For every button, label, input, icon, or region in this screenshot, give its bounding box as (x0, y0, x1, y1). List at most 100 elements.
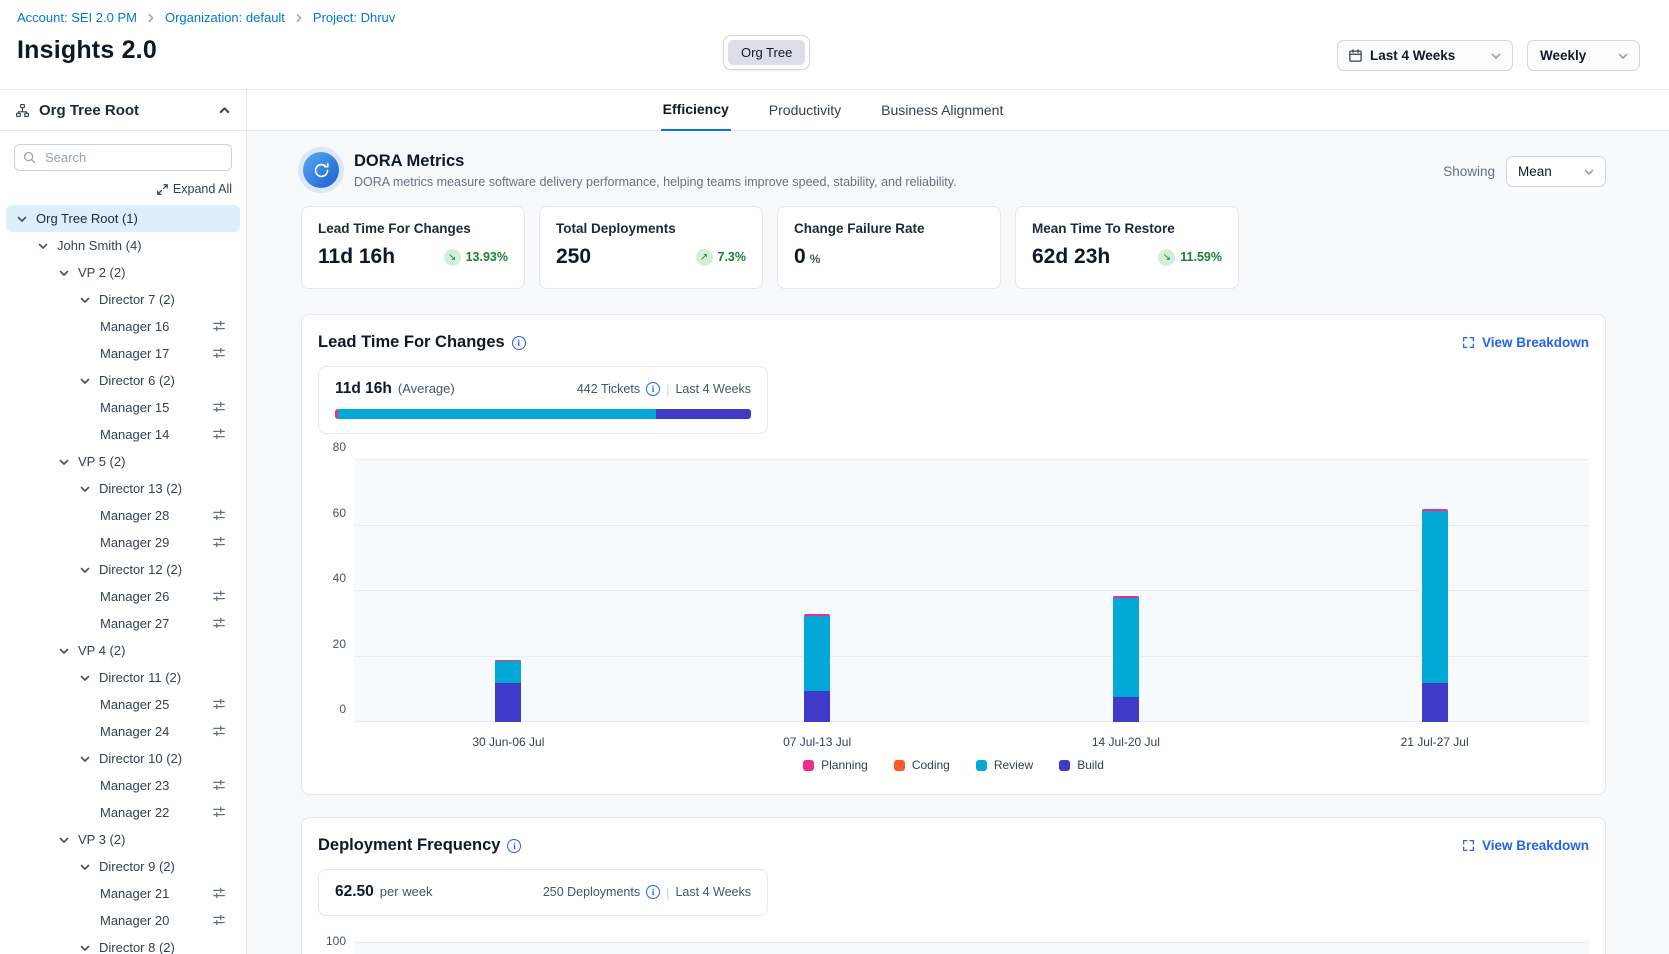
view-breakdown-label: View Breakdown (1482, 838, 1589, 853)
tree-item-manager-21[interactable]: Manager 21 (6, 880, 240, 907)
tree-item-manager-22[interactable]: Manager 22 (6, 799, 240, 826)
tree-item-manager-17[interactable]: Manager 17 (6, 340, 240, 367)
tree-item-manager-16[interactable]: Manager 16 (6, 313, 240, 340)
sliders-icon[interactable] (212, 535, 226, 549)
meta-divider: | (666, 382, 669, 397)
org-tree-toggle-button[interactable]: Org Tree (728, 40, 805, 65)
metric-value-row: 0% (794, 245, 984, 269)
tree-item-manager-26[interactable]: Manager 26 (6, 583, 240, 610)
sliders-icon[interactable] (212, 346, 226, 360)
tree-item-director-9-2[interactable]: Director 9 (2) (6, 853, 240, 880)
tree-item-director-6-2[interactable]: Director 6 (2) (6, 367, 240, 394)
tree-item-director-13-2[interactable]: Director 13 (2) (6, 475, 240, 502)
breadcrumb-organization[interactable]: Organization: default (165, 10, 285, 25)
dora-metrics-header: DORA Metrics DORA metrics measure softwa… (301, 150, 1606, 190)
info-icon[interactable]: i (646, 885, 660, 899)
tree-item-label: Manager 15 (100, 400, 169, 415)
tree-item-director-11-2[interactable]: Director 11 (2) (6, 664, 240, 691)
legend-swatch-coding (894, 760, 905, 771)
legend-swatch-planning (803, 760, 814, 771)
meta-divider: | (666, 885, 669, 900)
tree-item-manager-28[interactable]: Manager 28 (6, 502, 240, 529)
legend-label: Build (1077, 758, 1104, 772)
metric-card-total-deployments: Total Deployments250↗7.3% (539, 206, 763, 289)
tab-business-alignment[interactable]: Business Alignment (879, 102, 1005, 130)
lead-time-average-qualifier: (Average) (398, 381, 455, 396)
legend-item-planning[interactable]: Planning (803, 758, 868, 772)
tree-item-director-7-2[interactable]: Director 7 (2) (6, 286, 240, 313)
dora-subtitle: DORA metrics measure software delivery p… (354, 175, 957, 189)
expand-breakdown-icon (1462, 839, 1475, 852)
tree-item-manager-23[interactable]: Manager 23 (6, 772, 240, 799)
deployment-ytick-100: 100 (316, 934, 346, 948)
xlabel-3: 14 Jul-20 Jul (1092, 735, 1160, 749)
chevron-down-icon (1490, 50, 1502, 62)
tree-item-org-tree-root-1[interactable]: Org Tree Root (1) (6, 205, 240, 232)
tree-item-director-10-2[interactable]: Director 10 (2) (6, 745, 240, 772)
tree-item-label: Manager 16 (100, 319, 169, 334)
tree-item-vp-2-2[interactable]: VP 2 (2) (6, 259, 240, 286)
trend-percent: 7.3% (718, 250, 747, 264)
sliders-icon[interactable] (212, 913, 226, 927)
lead-time-view-breakdown[interactable]: View Breakdown (1462, 335, 1589, 350)
legend-item-review[interactable]: Review (976, 758, 1033, 772)
bar-segment-planning (1422, 509, 1448, 511)
tree-item-john-smith-4[interactable]: John Smith (4) (6, 232, 240, 259)
tree-item-vp-4-2[interactable]: VP 4 (2) (6, 637, 240, 664)
sliders-icon[interactable] (212, 805, 226, 819)
tree-item-vp-3-2[interactable]: VP 3 (2) (6, 826, 240, 853)
breadcrumb-account[interactable]: Account: SEI 2.0 PM (17, 10, 137, 25)
showing-dropdown[interactable]: Mean (1506, 156, 1606, 187)
metric-card-title: Total Deployments (556, 221, 746, 236)
app-header: Account: SEI 2.0 PM Organization: defaul… (0, 0, 1669, 90)
sliders-icon[interactable] (212, 886, 226, 900)
sliders-icon[interactable] (212, 589, 226, 603)
expand-all-button[interactable]: Expand All (157, 182, 232, 196)
chevron-down-icon (58, 645, 78, 657)
search-input[interactable] (14, 144, 232, 171)
sliders-icon[interactable] (212, 778, 226, 792)
tickets-count: 442 Tickets (577, 382, 640, 396)
tree-item-label: Org Tree Root (1) (36, 211, 138, 226)
deployment-view-breakdown[interactable]: View Breakdown (1462, 838, 1589, 853)
tree-item-manager-20[interactable]: Manager 20 (6, 907, 240, 934)
deployment-summary-card: 62.50 per week 250 Deployments i | Last … (318, 869, 768, 916)
tree-item-manager-25[interactable]: Manager 25 (6, 691, 240, 718)
sliders-icon[interactable] (212, 400, 226, 414)
sliders-icon[interactable] (212, 616, 226, 630)
collapse-chevron-icon[interactable] (218, 104, 231, 117)
sliders-icon[interactable] (212, 319, 226, 333)
tree-item-vp-5-2[interactable]: VP 5 (2) (6, 448, 240, 475)
date-range-dropdown[interactable]: Last 4 Weeks (1337, 40, 1513, 71)
trend-badge: ↗7.3% (696, 249, 747, 266)
tree-item-manager-29[interactable]: Manager 29 (6, 529, 240, 556)
info-icon[interactable]: i (646, 382, 660, 396)
dora-cycle-icon (303, 152, 339, 188)
bar-segment-build (1113, 697, 1139, 722)
tree-item-manager-14[interactable]: Manager 14 (6, 421, 240, 448)
tree-item-director-8-2[interactable]: Director 8 (2) (6, 934, 240, 954)
sliders-icon[interactable] (212, 508, 226, 522)
content-scroll-area[interactable]: DORA Metrics DORA metrics measure softwa… (247, 131, 1669, 954)
sliders-icon[interactable] (212, 697, 226, 711)
breadcrumb-project[interactable]: Project: Dhruv (313, 10, 395, 25)
tree-item-label: Manager 17 (100, 346, 169, 361)
tree-item-manager-27[interactable]: Manager 27 (6, 610, 240, 637)
tab-efficiency[interactable]: Efficiency (661, 101, 731, 131)
lead-time-legend: Planning Coding Review Build (318, 756, 1589, 776)
info-icon[interactable]: i (507, 839, 521, 853)
sliders-icon[interactable] (212, 427, 226, 441)
lead-time-title: Lead Time For Changes (318, 333, 505, 352)
tree-item-manager-15[interactable]: Manager 15 (6, 394, 240, 421)
deployment-rate-value: 62.50 (335, 883, 374, 901)
chevron-down-icon (58, 267, 78, 279)
interval-dropdown[interactable]: Weekly (1527, 40, 1640, 71)
tree-item-manager-24[interactable]: Manager 24 (6, 718, 240, 745)
tab-productivity[interactable]: Productivity (767, 102, 843, 130)
legend-item-coding[interactable]: Coding (894, 758, 950, 772)
deployment-frequency-title: Deployment Frequency (318, 836, 500, 855)
info-icon[interactable]: i (512, 336, 526, 350)
sliders-icon[interactable] (212, 724, 226, 738)
tree-item-director-12-2[interactable]: Director 12 (2) (6, 556, 240, 583)
legend-item-build[interactable]: Build (1059, 758, 1104, 772)
